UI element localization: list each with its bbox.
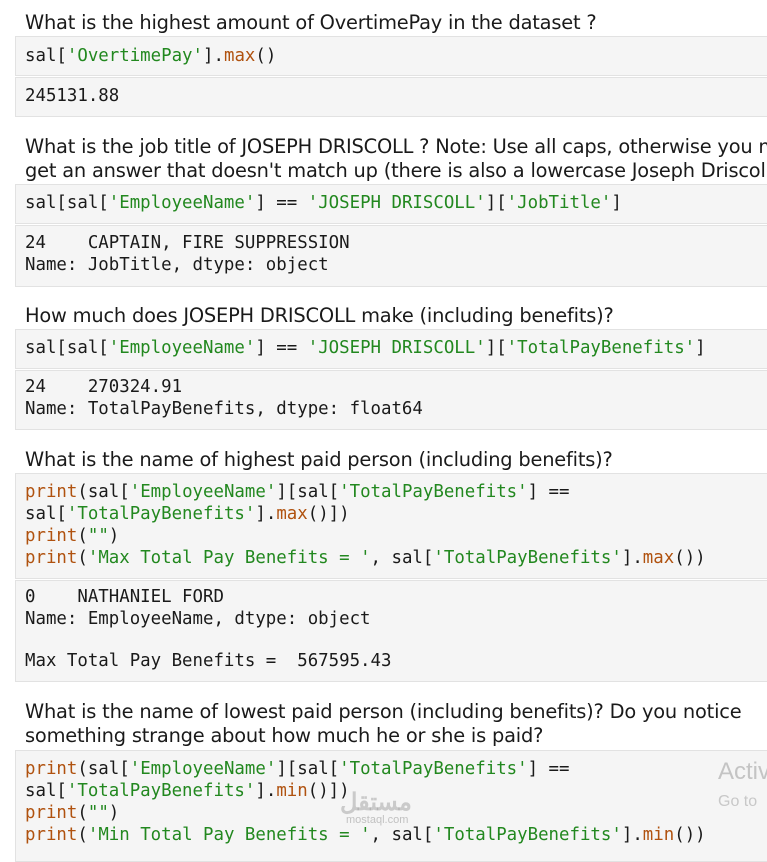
question-5: What is the name of lowest paid person (… <box>25 700 767 748</box>
code-5-line-1-text: print(sal['EmployeeName'][sal['TotalPayB… <box>25 759 570 779</box>
question-4-text: What is the name of highest paid person … <box>25 448 613 471</box>
code-4-line-4: print('Max Total Pay Benefits = ', sal['… <box>25 547 706 569</box>
output-cell-1 <box>15 77 767 117</box>
code-4-line-1-text: print(sal['EmployeeName'][sal['TotalPayB… <box>25 482 570 502</box>
activate-windows-subtitle: Go to <box>718 793 758 810</box>
code-5-line-2-text: sal['TotalPayBenefits'].min()]) <box>25 781 350 801</box>
code-4-line-3: print("") <box>25 525 119 547</box>
code-4-line-4-text: print('Max Total Pay Benefits = ', sal['… <box>25 548 706 568</box>
code-4-line-2: sal['TotalPayBenefits'].max()]) <box>25 503 350 525</box>
code-5-line-3-text: print("") <box>25 803 120 823</box>
question-3-text: How much does JOSEPH DRISCOLL make (incl… <box>25 304 614 327</box>
output-2-line-1: 24 CAPTAIN, FIRE SUPPRESSION <box>25 233 350 253</box>
code-1-line-1: sal['OvertimePay'].max() <box>25 45 276 67</box>
question-5-line-1: What is the name of lowest paid person (… <box>25 700 742 723</box>
output-4-line-1: 0 NATHANIEL FORD <box>25 587 224 607</box>
code-5-line-1: print(sal['EmployeeName'][sal['TotalPayB… <box>25 758 570 780</box>
code-4-line-3-text: print("") <box>25 526 120 546</box>
question-4: What is the name of highest paid person … <box>25 448 767 472</box>
question-2-line-1: What is the job title of JOSEPH DRISCOLL… <box>25 135 767 158</box>
question-1-text: What is the highest amount of OvertimePa… <box>25 11 597 34</box>
question-2: What is the job title of JOSEPH DRISCOLL… <box>25 135 767 183</box>
code-5-line-3: print("") <box>25 802 119 824</box>
mostaql-url: mostaql.com <box>346 814 409 826</box>
activate-windows-title: Activ <box>718 758 767 785</box>
code-5-line-4-text: print('Min Total Pay Benefits = ', sal['… <box>25 825 706 845</box>
code-4-line-1: print(sal['EmployeeName'][sal['TotalPayB… <box>25 481 570 503</box>
code-3-line-1-text: sal[sal['EmployeeName'] == 'JOSEPH DRISC… <box>25 338 706 358</box>
code-1-line-1-text: sal['OvertimePay'].max() <box>25 46 277 66</box>
code-5-line-4: print('Min Total Pay Benefits = ', sal['… <box>25 824 706 846</box>
output-3-line-1: 24 270324.91 <box>25 377 183 397</box>
question-1: What is the highest amount of OvertimePa… <box>25 11 767 35</box>
mostaql-logo: مستقل <box>340 789 412 816</box>
output-4-line-4: Max Total Pay Benefits = 567595.43 <box>25 651 392 671</box>
question-3: How much does JOSEPH DRISCOLL make (incl… <box>25 304 767 328</box>
question-2-line-2: get an answer that doesn't match up (the… <box>25 159 767 182</box>
output-3-line-2: Name: TotalPayBenefits, dtype: float64 <box>25 399 423 419</box>
output-4-line-2: Name: EmployeeName, dtype: object <box>25 609 371 629</box>
code-2-line-1-text: sal[sal['EmployeeName'] == 'JOSEPH DRISC… <box>25 193 622 213</box>
code-3-line-1: sal[sal['EmployeeName'] == 'JOSEPH DRISC… <box>25 337 706 359</box>
code-2-line-1: sal[sal['EmployeeName'] == 'JOSEPH DRISC… <box>25 192 622 214</box>
output-1-line-1: 245131.88 <box>25 86 120 106</box>
code-4-line-2-text: sal['TotalPayBenefits'].max()]) <box>25 504 350 524</box>
question-5-line-2: something strange about how much he or s… <box>25 724 544 747</box>
output-2-line-2: Name: JobTitle, dtype: object <box>25 255 329 275</box>
code-5-line-2: sal['TotalPayBenefits'].min()]) <box>25 780 350 802</box>
